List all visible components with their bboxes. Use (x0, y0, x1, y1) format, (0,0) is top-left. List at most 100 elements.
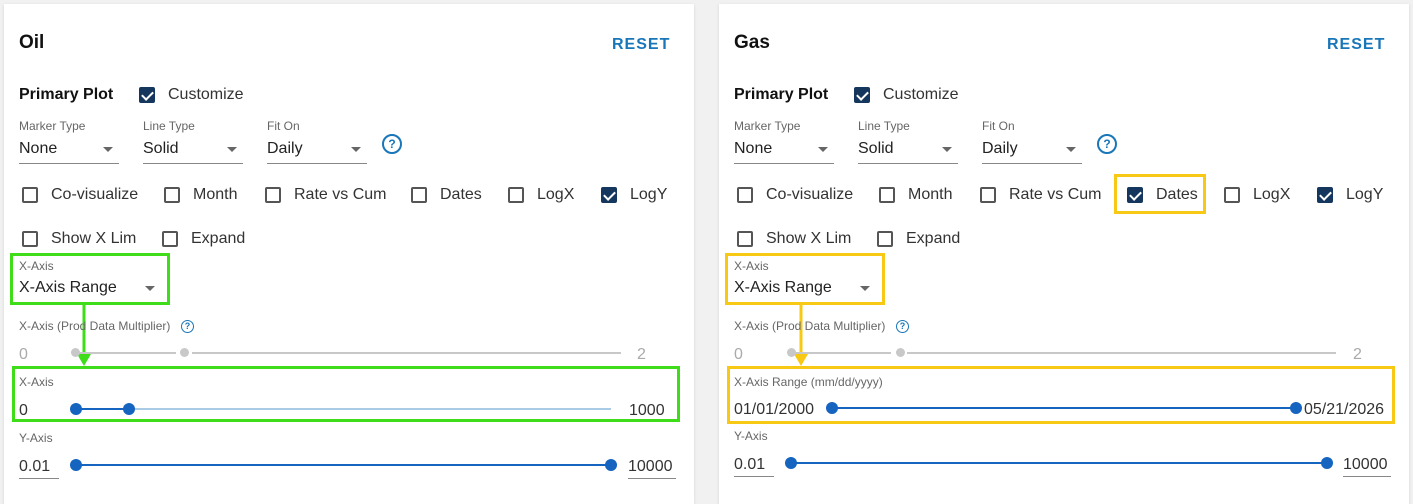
x-range-thumb-min[interactable] (70, 403, 82, 415)
line-type-select[interactable]: Solid (143, 137, 243, 164)
y-range-max[interactable]: 10000 (1343, 456, 1391, 477)
logy-label: LogY (1346, 186, 1384, 203)
customize-label: Customize (168, 86, 244, 103)
expand-checkbox[interactable] (877, 231, 893, 247)
show-x-lim-checkbox[interactable] (22, 231, 38, 247)
marker-type-select[interactable]: None (19, 137, 119, 164)
show-x-lim-label: Show X Lim (766, 230, 852, 247)
x-range-thumb-min[interactable] (826, 402, 838, 414)
multiplier-thumb-min[interactable] (71, 348, 80, 357)
x-range-min[interactable]: 01/01/2000 (734, 401, 814, 419)
chevron-down-icon (942, 147, 952, 152)
multiplier-track-left (76, 352, 176, 354)
multiplier-min: 0 (19, 346, 28, 363)
fit-on-select[interactable]: Daily (267, 137, 367, 164)
fit-on-label: Fit On (982, 119, 1015, 133)
chevron-down-icon (860, 286, 870, 291)
show-x-lim-checkbox[interactable] (737, 231, 753, 247)
chevron-down-icon (145, 286, 155, 291)
month-label: Month (193, 186, 238, 203)
chevron-down-icon (818, 147, 828, 152)
y-range-thumb-max[interactable] (605, 459, 617, 471)
x-range-thumb-max[interactable] (123, 403, 135, 415)
multiplier-label: X-Axis (Prod Data Multiplier) (19, 319, 171, 333)
x-axis-select[interactable]: X-Axis Range (734, 276, 876, 302)
expand-label: Expand (191, 230, 246, 247)
reset-button[interactable]: RESET (1327, 36, 1385, 54)
multiplier-thumb-max[interactable] (180, 348, 189, 357)
multiplier-track-right (907, 352, 1336, 354)
logx-checkbox[interactable] (1224, 187, 1240, 203)
panel-title: Gas (734, 32, 770, 53)
x-range-label: X-Axis Range (mm/dd/yyyy) (734, 375, 883, 389)
co-visualize-checkbox[interactable] (737, 187, 753, 203)
help-icon[interactable]: ? (896, 320, 909, 333)
y-range-track (76, 464, 611, 466)
marker-type-select[interactable]: None (734, 137, 834, 164)
primary-plot-label: Primary Plot (734, 86, 829, 103)
x-axis-select-label: X-Axis (19, 259, 54, 273)
co-visualize-checkbox[interactable] (22, 187, 38, 203)
x-range-max[interactable]: 1000 (629, 402, 665, 420)
multiplier-track-right (192, 352, 621, 354)
customize-checkbox[interactable] (139, 87, 155, 103)
y-range-max[interactable]: 10000 (628, 458, 676, 479)
x-range-thumb-max[interactable] (1290, 402, 1302, 414)
chevron-down-icon (103, 147, 113, 152)
oil-panel: Oil RESET Primary Plot Customize Marker … (4, 4, 694, 504)
reset-button[interactable]: RESET (612, 36, 670, 54)
multiplier-max: 2 (637, 346, 646, 363)
y-range-thumb-max[interactable] (1321, 457, 1333, 469)
help-icon[interactable]: ? (382, 134, 402, 154)
y-range-min[interactable]: 0.01 (734, 456, 774, 477)
dates-checkbox[interactable] (411, 187, 427, 203)
logx-label: LogX (537, 186, 575, 203)
chevron-down-icon (227, 147, 237, 152)
multiplier-label: X-Axis (Prod Data Multiplier) (734, 319, 886, 333)
month-checkbox[interactable] (164, 187, 180, 203)
line-type-select[interactable]: Solid (858, 137, 958, 164)
y-range-min[interactable]: 0.01 (19, 458, 59, 479)
rate-vs-cum-label: Rate vs Cum (294, 186, 387, 203)
rate-vs-cum-label: Rate vs Cum (1009, 186, 1102, 203)
arrow-icon (794, 304, 808, 366)
rate-vs-cum-checkbox[interactable] (980, 187, 996, 203)
logy-checkbox[interactable] (601, 187, 617, 203)
x-range-track (832, 407, 1296, 409)
multiplier-thumb-max[interactable] (896, 348, 905, 357)
logy-checkbox[interactable] (1317, 187, 1333, 203)
co-visualize-label: Co-visualize (766, 186, 854, 203)
multiplier-thumb-min[interactable] (787, 348, 796, 357)
dates-label: Dates (1156, 186, 1198, 203)
help-icon[interactable]: ? (181, 320, 194, 333)
line-type-label: Line Type (143, 119, 195, 133)
x-range-min[interactable]: 0 (19, 402, 28, 420)
marker-type-label: Marker Type (19, 119, 86, 133)
help-icon[interactable]: ? (1097, 134, 1117, 154)
expand-label: Expand (906, 230, 961, 247)
x-range-fill (76, 408, 129, 410)
month-checkbox[interactable] (879, 187, 895, 203)
fit-on-label: Fit On (267, 119, 300, 133)
arrow-icon (77, 304, 91, 366)
multiplier-max: 2 (1353, 346, 1362, 363)
customize-label: Customize (883, 86, 959, 103)
expand-checkbox[interactable] (162, 231, 178, 247)
fit-on-select[interactable]: Daily (982, 137, 1082, 164)
y-range-thumb-min[interactable] (785, 457, 797, 469)
x-range-highlight (12, 366, 680, 422)
co-visualize-label: Co-visualize (51, 186, 139, 203)
chevron-down-icon (351, 147, 361, 152)
x-axis-select[interactable]: X-Axis Range (19, 276, 161, 302)
x-range-max[interactable]: 05/21/2026 (1304, 401, 1384, 419)
marker-type-label: Marker Type (734, 119, 801, 133)
customize-checkbox[interactable] (854, 87, 870, 103)
rate-vs-cum-checkbox[interactable] (265, 187, 281, 203)
dates-checkbox[interactable] (1127, 187, 1143, 203)
y-range-label: Y-Axis (734, 429, 768, 443)
y-range-thumb-min[interactable] (70, 459, 82, 471)
logx-label: LogX (1253, 186, 1291, 203)
logx-checkbox[interactable] (508, 187, 524, 203)
gas-panel: Gas RESET Primary Plot Customize Marker … (719, 4, 1409, 504)
x-range-track (76, 408, 611, 410)
